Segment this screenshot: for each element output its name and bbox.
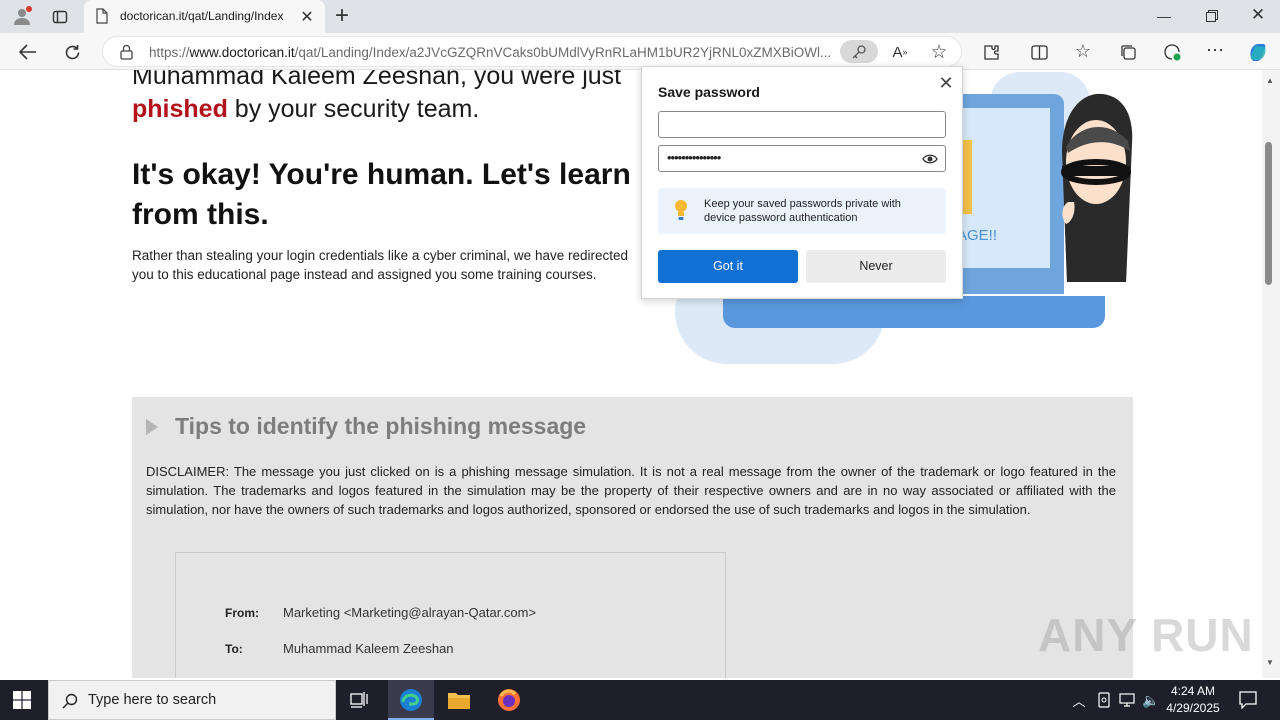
greeting-line: Muhammad Kaleem Zeeshan, you were just <box>132 70 622 90</box>
tips-section: Tips to identify the phishing message DI… <box>132 397 1133 678</box>
popup-title: Save password <box>658 84 760 100</box>
notifications-icon[interactable] <box>1237 689 1259 711</box>
never-button[interactable]: Never <box>806 250 946 283</box>
tips-title[interactable]: Tips to identify the phishing message <box>175 413 586 440</box>
info-box: Keep your saved passwords private with d… <box>658 188 946 234</box>
tray-device-icon[interactable] <box>1095 690 1113 710</box>
extensions-icon[interactable] <box>980 41 1002 63</box>
lightbulb-icon <box>672 198 690 222</box>
expand-triangle-icon[interactable] <box>146 419 158 435</box>
new-tab-button[interactable]: + <box>330 2 354 29</box>
volume-icon[interactable]: 🔈 <box>1141 690 1161 710</box>
read-aloud-icon[interactable]: A» <box>889 42 911 62</box>
search-icon <box>61 692 79 710</box>
close-tab-icon[interactable]: ✕ <box>298 8 316 26</box>
email-preview: From: Marketing <Marketing@alrayan-Qatar… <box>175 552 726 678</box>
minimize-button[interactable]: — <box>1150 6 1178 26</box>
to-label: To: <box>225 642 243 656</box>
save-password-popup: Save password ✕ ••••••••••••••• Keep you… <box>641 66 963 299</box>
search-placeholder: Type here to search <box>88 692 217 708</box>
close-icon[interactable]: ✕ <box>936 73 956 93</box>
windows-start-icon[interactable] <box>12 690 32 710</box>
edge-icon <box>400 689 422 711</box>
chevron-up-icon[interactable]: ︿ <box>1070 690 1088 710</box>
scroll-down-arrow-icon[interactable]: ▼ <box>1266 658 1274 667</box>
username-field[interactable] <box>658 111 946 138</box>
url-text[interactable]: https://www.doctorican.it/qat/Landing/In… <box>149 45 841 60</box>
password-dots: ••••••••••••••• <box>667 150 721 165</box>
back-arrow-icon[interactable] <box>16 40 40 64</box>
from-value: Marketing <Marketing@alrayan-Qatar.com> <box>283 605 537 620</box>
restore-button[interactable] <box>1198 6 1226 26</box>
tab-bar: doctorican.it/qat/Landing/Index ✕ + — ✕ <box>0 0 1280 33</box>
favorites-icon[interactable]: ☆ <box>1072 40 1094 62</box>
phished-rest: by your security team. <box>227 95 480 123</box>
headline: It's okay! You're human. Let's learn fro… <box>132 158 631 231</box>
browser-toolbar: https://www.doctorican.it/qat/Landing/In… <box>0 33 1280 70</box>
taskbar-search-box[interactable]: Type here to search <box>48 680 336 720</box>
more-menu-icon[interactable]: ⋯ <box>1204 39 1226 61</box>
split-screen-icon[interactable] <box>1028 41 1050 63</box>
tab-actions-icon[interactable] <box>50 7 70 27</box>
phished-line: phished by your security team. <box>132 95 479 124</box>
network-icon[interactable] <box>1118 690 1136 710</box>
got-it-button[interactable]: Got it <box>658 250 798 283</box>
password-field[interactable]: ••••••••••••••• <box>658 145 946 172</box>
info-text: Keep your saved passwords private with d… <box>704 198 901 224</box>
refresh-icon[interactable] <box>60 40 84 64</box>
illustration-text: AGE!! <box>957 227 998 244</box>
clock-time: 4:24 AM <box>1170 684 1216 698</box>
collections-icon[interactable] <box>1117 41 1139 63</box>
eye-icon[interactable] <box>921 151 939 167</box>
file-explorer-icon[interactable] <box>446 688 472 712</box>
clock[interactable]: 4:24 AM 4/29/2025 <box>1160 683 1226 717</box>
firefox-icon[interactable] <box>496 688 522 712</box>
intro-paragraph: Rather than stealing your login credenti… <box>132 248 628 282</box>
lock-icon[interactable] <box>117 43 135 61</box>
edge-taskbar-item[interactable] <box>388 680 434 720</box>
page-content: Muhammad Kaleem Zeeshan, you were just p… <box>0 70 1262 678</box>
tab-title: doctorican.it/qat/Landing/Index <box>120 9 284 23</box>
key-icon[interactable] <box>840 40 878 63</box>
task-view-icon[interactable] <box>348 689 372 711</box>
clock-date: 4/29/2025 <box>1166 701 1220 715</box>
watermark: ANY RUN <box>1038 609 1254 661</box>
scrollbar-thumb[interactable] <box>1265 142 1272 285</box>
page-icon <box>94 8 110 24</box>
from-label: From: <box>225 606 259 620</box>
favorite-star-icon[interactable]: ☆ <box>928 42 950 63</box>
tab-active[interactable]: doctorican.it/qat/Landing/Index ✕ <box>84 0 325 33</box>
laptop-base <box>723 296 1105 328</box>
phished-word: phished <box>132 95 228 123</box>
disclaimer-text: DISCLAIMER: The message you just clicked… <box>146 464 1116 517</box>
profile-icon[interactable] <box>10 5 34 27</box>
taskbar: Type here to search ︿ 🔈 4:24 AM 4/29/202… <box>0 680 1280 720</box>
close-window-button[interactable]: ✕ <box>1244 4 1272 26</box>
address-bar[interactable]: https://www.doctorican.it/qat/Landing/In… <box>102 36 962 67</box>
copilot-icon[interactable] <box>1245 39 1271 65</box>
to-value: Muhammad Kaleem Zeeshan <box>283 641 454 656</box>
browser-essentials-icon[interactable] <box>1161 41 1183 63</box>
hacker-figure <box>1052 92 1134 284</box>
scroll-up-arrow-icon[interactable]: ▲ <box>1266 76 1274 85</box>
